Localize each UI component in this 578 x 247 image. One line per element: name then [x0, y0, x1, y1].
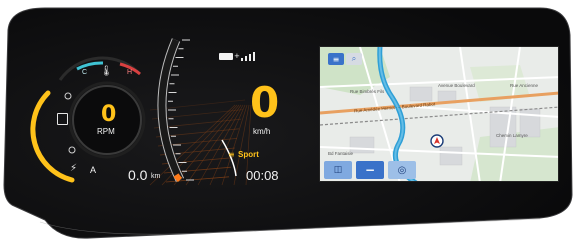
- map-view-button[interactable]: ◫: [324, 161, 352, 179]
- menu-icon: ≡: [332, 54, 340, 64]
- map-street-label: Bd Fantaisie: [328, 151, 354, 156]
- layers-icon: ◫: [333, 165, 343, 175]
- map-street-label: Rue Bimbrès Fils: [350, 89, 385, 94]
- zoom-out-button[interactable]: −: [356, 161, 384, 179]
- recenter-button[interactable]: ◎: [388, 161, 416, 179]
- search-icon: ⌕: [351, 54, 357, 63]
- search-button[interactable]: ⌕: [346, 53, 362, 65]
- sport-mode-label: Sport: [238, 150, 259, 159]
- clock-time: 00:08: [246, 168, 279, 183]
- minus-icon: −: [364, 163, 376, 177]
- battery-plus-icon: +: [234, 52, 240, 60]
- navigation-map[interactable]: Rue Bimbrès Fils Rue Amédée Herriot ··· …: [319, 46, 559, 182]
- speed-unit: km/h: [253, 127, 271, 136]
- sport-mode-icon: ≡: [228, 150, 235, 159]
- menu-button[interactable]: ≡: [328, 53, 344, 65]
- map-street-label: Rue Ancienne: [510, 83, 539, 88]
- speed-value: 0: [250, 78, 280, 127]
- battery-icon: [219, 53, 233, 60]
- map-street-label: Avenue Boulevard: [438, 83, 475, 88]
- odometer-value: 0.0: [128, 167, 148, 183]
- signal-bars-icon: [241, 52, 257, 61]
- compass-icon: ◎: [397, 164, 407, 176]
- odometer-unit: km: [151, 173, 161, 180]
- map-street-label: Chemin Lamyre: [496, 133, 528, 138]
